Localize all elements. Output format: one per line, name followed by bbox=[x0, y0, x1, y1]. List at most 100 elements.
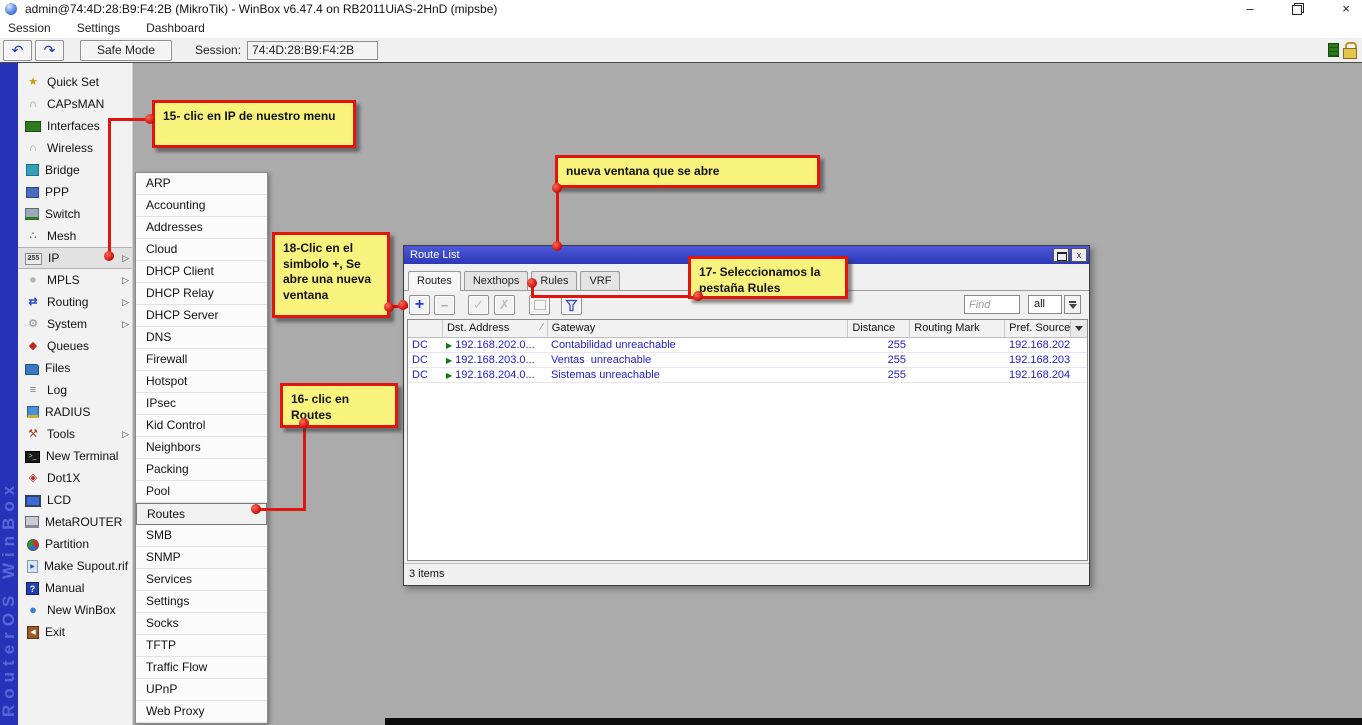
submenu-item-hotspot[interactable]: Hotspot bbox=[136, 371, 267, 393]
filter-scope-dropdown-button[interactable] bbox=[1064, 295, 1081, 314]
sidebar-label: MetaROUTER bbox=[45, 515, 122, 529]
menu-settings[interactable]: Settings bbox=[77, 21, 120, 35]
submenu-item-kid-control[interactable]: Kid Control bbox=[136, 415, 267, 437]
restore-button[interactable] bbox=[1290, 1, 1306, 17]
sidebar-item-tools[interactable]: Tools▷ bbox=[18, 423, 132, 445]
undo-button[interactable]: ↶ bbox=[3, 40, 32, 61]
sidebar-label: MPLS bbox=[47, 273, 80, 287]
sidebar-item-dot1x[interactable]: Dot1X bbox=[18, 467, 132, 489]
tab-routes[interactable]: Routes bbox=[408, 271, 461, 291]
submenu-item-upnp[interactable]: UPnP bbox=[136, 679, 267, 701]
sidebar-item-new-winbox[interactable]: New WinBox bbox=[18, 599, 132, 621]
submenu-item-tftp[interactable]: TFTP bbox=[136, 635, 267, 657]
minimize-button[interactable]: – bbox=[1242, 1, 1258, 17]
sidebar-item-ppp[interactable]: PPP bbox=[18, 181, 132, 203]
winbox-app-icon bbox=[5, 3, 17, 15]
session-label: Session: bbox=[195, 43, 241, 57]
submenu-item-settings[interactable]: Settings bbox=[136, 591, 267, 613]
sidebar-item-lcd[interactable]: LCD bbox=[18, 489, 132, 511]
column-distance[interactable]: Distance bbox=[847, 320, 909, 337]
enable-route-button[interactable]: ✓ bbox=[468, 295, 489, 315]
main-toolbar: ↶ ↷ Safe Mode Session: bbox=[0, 38, 1362, 63]
quick-set-icon bbox=[25, 75, 41, 89]
capsman-icon bbox=[25, 97, 41, 111]
column-pref-source[interactable]: Pref. Source bbox=[1004, 320, 1070, 337]
submenu-item-snmp[interactable]: SNMP bbox=[136, 547, 267, 569]
submenu-item-smb[interactable]: SMB bbox=[136, 525, 267, 547]
submenu-item-routes[interactable]: Routes bbox=[136, 503, 267, 525]
sidebar-item-wireless[interactable]: Wireless bbox=[18, 137, 132, 159]
sidebar-item-system[interactable]: System▷ bbox=[18, 313, 132, 335]
route-row-1[interactable]: DC ▶192.168.202.0... Contabilidad unreac… bbox=[408, 338, 1087, 353]
submenu-item-traffic-flow[interactable]: Traffic Flow bbox=[136, 657, 267, 679]
submenu-item-dhcp-client[interactable]: DHCP Client bbox=[136, 261, 267, 283]
lcd-icon bbox=[25, 495, 41, 507]
redo-button[interactable]: ↷ bbox=[35, 40, 64, 61]
filter-icon bbox=[565, 299, 578, 312]
submenu-item-dhcp-relay[interactable]: DHCP Relay bbox=[136, 283, 267, 305]
safe-mode-button[interactable]: Safe Mode bbox=[80, 40, 172, 61]
partition-icon bbox=[27, 539, 39, 551]
filter-scope-select[interactable]: all bbox=[1028, 295, 1062, 314]
submenu-item-addresses[interactable]: Addresses bbox=[136, 217, 267, 239]
close-button[interactable]: × bbox=[1338, 1, 1354, 17]
sidebar-item-routing[interactable]: Routing▷ bbox=[18, 291, 132, 313]
submenu-item-services[interactable]: Services bbox=[136, 569, 267, 591]
filter-button[interactable] bbox=[561, 295, 582, 315]
submenu-item-packing[interactable]: Packing bbox=[136, 459, 267, 481]
submenu-item-pool[interactable]: Pool bbox=[136, 481, 267, 503]
sidebar-item-metarouter[interactable]: MetaROUTER bbox=[18, 511, 132, 533]
remove-route-button[interactable]: − bbox=[434, 295, 455, 315]
submenu-item-dhcp-server[interactable]: DHCP Server bbox=[136, 305, 267, 327]
column-options-button[interactable] bbox=[1070, 320, 1087, 337]
route-row-2[interactable]: DC ▶192.168.203.0... Ventas unreachable … bbox=[408, 353, 1087, 368]
connector-dot bbox=[299, 418, 309, 428]
sidebar-item-bridge[interactable]: Bridge bbox=[18, 159, 132, 181]
sidebar-item-queues[interactable]: Queues bbox=[18, 335, 132, 357]
sidebar-label: LCD bbox=[47, 493, 71, 507]
add-route-button[interactable]: + bbox=[409, 295, 430, 315]
route-row-3[interactable]: DC ▶192.168.204.0... Sistemas unreachabl… bbox=[408, 368, 1087, 383]
tab-vrf[interactable]: VRF bbox=[580, 271, 620, 290]
sidebar-item-partition[interactable]: Partition bbox=[18, 533, 132, 555]
route-list-maximize-button[interactable] bbox=[1053, 248, 1069, 262]
submenu-item-arp[interactable]: ARP bbox=[136, 173, 267, 195]
sidebar-label: Exit bbox=[45, 625, 65, 639]
sidebar-item-log[interactable]: Log bbox=[18, 379, 132, 401]
disable-route-button[interactable]: ✗ bbox=[494, 295, 515, 315]
column-routing-mark[interactable]: Routing Mark bbox=[909, 320, 1004, 337]
tab-rules[interactable]: Rules bbox=[531, 271, 577, 290]
submenu-item-neighbors[interactable]: Neighbors bbox=[136, 437, 267, 459]
sidebar-item-mpls[interactable]: MPLS▷ bbox=[18, 269, 132, 291]
sidebar-item-new-terminal[interactable]: New Terminal bbox=[18, 445, 132, 467]
menu-dashboard[interactable]: Dashboard bbox=[146, 21, 205, 35]
sidebar-item-files[interactable]: Files bbox=[18, 357, 132, 379]
find-input[interactable] bbox=[964, 295, 1020, 314]
submenu-item-dns[interactable]: DNS bbox=[136, 327, 267, 349]
tab-nexthops[interactable]: Nexthops bbox=[464, 271, 528, 290]
sidebar-item-switch[interactable]: Switch bbox=[18, 203, 132, 225]
submenu-item-cloud[interactable]: Cloud bbox=[136, 239, 267, 261]
sidebar-item-make-supout[interactable]: Make Supout.rif bbox=[18, 555, 132, 577]
sidebar-item-ip[interactable]: IP▷ bbox=[18, 247, 132, 269]
route-list-close-button[interactable]: x bbox=[1071, 248, 1087, 262]
sidebar-item-manual[interactable]: Manual bbox=[18, 577, 132, 599]
sidebar-item-capsman[interactable]: CAPsMAN bbox=[18, 93, 132, 115]
route-list-statusbar: 3 items bbox=[404, 563, 1089, 585]
submenu-item-web-proxy[interactable]: Web Proxy bbox=[136, 701, 267, 723]
sidebar-item-exit[interactable]: Exit bbox=[18, 621, 132, 643]
comment-button[interactable] bbox=[529, 295, 550, 315]
sidebar-item-radius[interactable]: RADIUS bbox=[18, 401, 132, 423]
sidebar-item-mesh[interactable]: Mesh bbox=[18, 225, 132, 247]
sidebar-label: New Terminal bbox=[46, 449, 118, 463]
submenu-item-ipsec[interactable]: IPsec bbox=[136, 393, 267, 415]
menu-session[interactable]: Session bbox=[8, 21, 51, 35]
sidebar-item-quick-set[interactable]: Quick Set bbox=[18, 71, 132, 93]
submenu-item-socks[interactable]: Socks bbox=[136, 613, 267, 635]
column-flags[interactable] bbox=[408, 320, 442, 337]
submenu-item-firewall[interactable]: Firewall bbox=[136, 349, 267, 371]
column-dst-address[interactable]: Dst. Address∕ bbox=[442, 320, 547, 337]
session-field[interactable] bbox=[247, 41, 378, 60]
column-gateway[interactable]: Gateway bbox=[547, 320, 848, 337]
submenu-item-accounting[interactable]: Accounting bbox=[136, 195, 267, 217]
